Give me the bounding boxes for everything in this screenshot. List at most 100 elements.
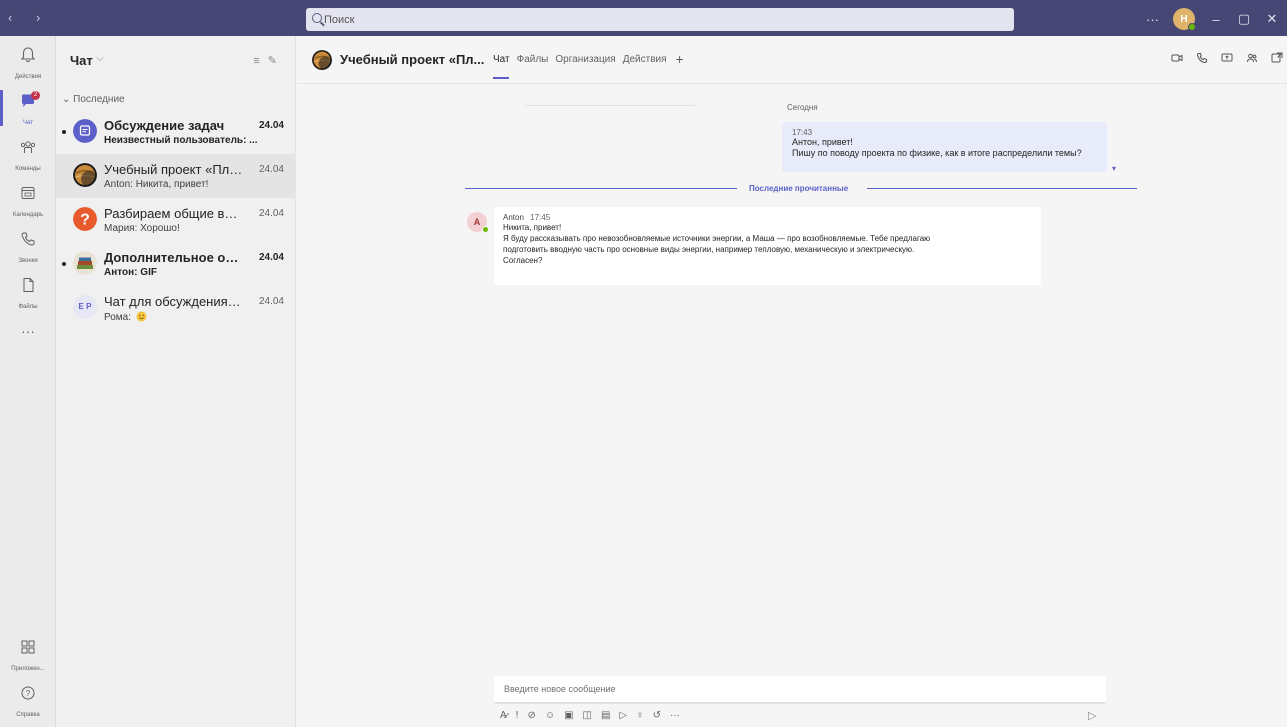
- message-input[interactable]: [494, 676, 1106, 702]
- question-mark-avatar: ?: [73, 207, 97, 231]
- received-message-bubble[interactable]: Anton 17:45 Никита, привет! Я буду расск…: [494, 207, 1041, 285]
- header-tools: [1171, 52, 1283, 64]
- profile-avatar[interactable]: Н: [1173, 8, 1196, 31]
- chat-preview: Мария: Хорошо!: [104, 223, 180, 234]
- history-nav[interactable]: ‹ ›: [8, 10, 50, 25]
- search-input[interactable]: [324, 8, 1004, 31]
- chat-list-item[interactable]: Обсуждение задач 24.04 Неизвестный польз…: [56, 110, 296, 154]
- unread-divider-line: [465, 188, 737, 189]
- sticker-icon[interactable]: ◫: [583, 710, 592, 721]
- filter-icon[interactable]: ≡: [253, 55, 267, 67]
- compose-toolbar: A̷ ! ⊘ ☺ ▣ ◫ ▤ ▷ ♀ ↺ ···: [500, 710, 680, 721]
- chat-preview: Неизвестный пользователь: ...: [104, 135, 258, 146]
- preview-text: Антон: GIF: [104, 267, 157, 278]
- phone-icon: [19, 230, 37, 248]
- conversation-title[interactable]: Учебный проект «Пл...: [340, 52, 484, 67]
- help-icon: ?: [19, 684, 37, 702]
- chat-name: Разбираем общие вопр...: [104, 206, 244, 221]
- participants-icon[interactable]: [1246, 52, 1258, 64]
- chat-name: Чат для обсуждения зад...: [104, 294, 244, 309]
- titlebar-controls: ··· Н – ▢ ✕: [1146, 8, 1279, 31]
- more-options-icon[interactable]: ···: [670, 710, 680, 721]
- rail-item-chat[interactable]: 2 Чат: [0, 86, 56, 132]
- presence-available-icon: [1188, 23, 1196, 31]
- chat-date: 24.04: [258, 164, 284, 175]
- add-tab-icon[interactable]: +: [676, 52, 684, 66]
- apps-icon: [19, 638, 37, 656]
- tab-files[interactable]: Файлы: [517, 54, 549, 65]
- chat-name: Обсуждение задач: [104, 118, 225, 133]
- search-box[interactable]: [306, 8, 1014, 31]
- audio-call-icon[interactable]: [1196, 52, 1208, 64]
- unread-indicator: [62, 262, 66, 266]
- important-icon[interactable]: !: [516, 710, 519, 721]
- message-composer[interactable]: [494, 676, 1106, 704]
- message-text: Согласен?: [503, 256, 543, 265]
- rail-label: Файлы: [18, 304, 38, 310]
- rail-more-apps-button[interactable]: ···: [0, 316, 56, 362]
- chat-date: 24.04: [258, 120, 284, 131]
- maximize-button[interactable]: ▢: [1237, 11, 1251, 27]
- emoji-icon[interactable]: ☺: [545, 710, 555, 721]
- video-call-icon[interactable]: [1171, 52, 1183, 64]
- conversation-pane: Учебный проект «Пл... Чат Файлы Организа…: [297, 36, 1287, 727]
- chat-date: 24.04: [258, 296, 284, 307]
- sender-avatar[interactable]: A: [467, 212, 489, 233]
- attach-icon[interactable]: ⊘: [527, 710, 535, 721]
- new-chat-icon[interactable]: ✎: [268, 55, 285, 67]
- message-meta: Anton 17:45: [503, 213, 1032, 222]
- rail-item-files[interactable]: Файлы: [0, 270, 56, 316]
- more-options-button[interactable]: ···: [1146, 12, 1159, 27]
- close-button[interactable]: ✕: [1265, 11, 1279, 27]
- format-icon[interactable]: A̷: [500, 710, 507, 721]
- unread-indicator: [62, 130, 66, 134]
- stream-icon[interactable]: ▷: [619, 710, 627, 721]
- rail-item-apps[interactable]: Приложен...: [0, 632, 56, 678]
- popout-icon[interactable]: [1271, 52, 1283, 64]
- chat-list-header: Чат ⌵ ≡✎: [56, 36, 295, 84]
- unread-divider-line: [867, 188, 1137, 189]
- rail-item-calls[interactable]: Звонки: [0, 224, 56, 270]
- section-recent[interactable]: ⌄ Последние: [62, 94, 125, 105]
- loop-icon[interactable]: ↺: [653, 710, 661, 721]
- message-author: Anton: [503, 213, 524, 222]
- chat-preview: Антон: GIF: [104, 267, 274, 278]
- tab-activity[interactable]: Действия: [623, 54, 667, 65]
- avatar-initials: E P: [78, 302, 92, 311]
- chat-list-item-selected[interactable]: Учебный проект «Плане... 24.04 Anton: Ни…: [56, 154, 296, 198]
- screen-share-icon[interactable]: [1221, 52, 1233, 64]
- tab-chat[interactable]: Чат: [493, 54, 510, 79]
- gif-icon[interactable]: ▣: [564, 710, 573, 721]
- rail-label: Чат: [23, 120, 33, 126]
- message-text: Антон, привет!: [792, 137, 853, 147]
- chat-preview: Anton: Никита, привет!: [104, 179, 209, 190]
- more-icon: ···: [21, 323, 35, 339]
- schedule-meeting-icon[interactable]: ▤: [601, 710, 610, 721]
- rail-item-help[interactable]: ? Справка: [0, 678, 56, 724]
- praise-icon[interactable]: ♀: [636, 710, 644, 721]
- rail-label: Действия: [14, 74, 42, 80]
- chat-date: 24.04: [258, 252, 284, 263]
- meeting-chat-icon: [73, 119, 97, 143]
- send-icon[interactable]: ▷: [1088, 709, 1096, 722]
- my-message-bubble[interactable]: 17:43 Антон, привет! Пишу по поводу прое…: [782, 122, 1107, 172]
- chat-date: 24.04: [258, 208, 284, 219]
- chat-name: Учебный проект «Плане...: [104, 162, 244, 177]
- chat-list-title[interactable]: Чат: [70, 53, 93, 68]
- teams-icon: [19, 138, 37, 156]
- rail-label: Календарь: [12, 212, 44, 218]
- minimize-button[interactable]: –: [1209, 12, 1223, 27]
- rail-item-teams[interactable]: Команды: [0, 132, 56, 178]
- chat-list-item[interactable]: E P Чат для обсуждения зад... 24.04 Рома…: [56, 286, 296, 330]
- title-bar: ‹ › ··· Н – ▢ ✕: [0, 0, 1287, 36]
- rail-label: Справка: [16, 712, 40, 718]
- message-text: Никита, привет!: [503, 223, 562, 232]
- chat-list-item[interactable]: Дополнительное обра... 24.04 Антон: GIF: [56, 242, 296, 286]
- rail-item-activity[interactable]: Действия: [0, 40, 56, 86]
- chat-list-item[interactable]: ? Разбираем общие вопр... 24.04 Мария: Х…: [56, 198, 296, 242]
- chevron-down-icon[interactable]: ⌵: [96, 53, 104, 64]
- rail-item-calendar[interactable]: Календарь: [0, 178, 56, 224]
- preview-text: Рома:: [104, 312, 132, 323]
- tab-organization[interactable]: Организация: [555, 54, 615, 65]
- conversation-tabs: Чат Файлы Организация Действия +: [493, 52, 684, 79]
